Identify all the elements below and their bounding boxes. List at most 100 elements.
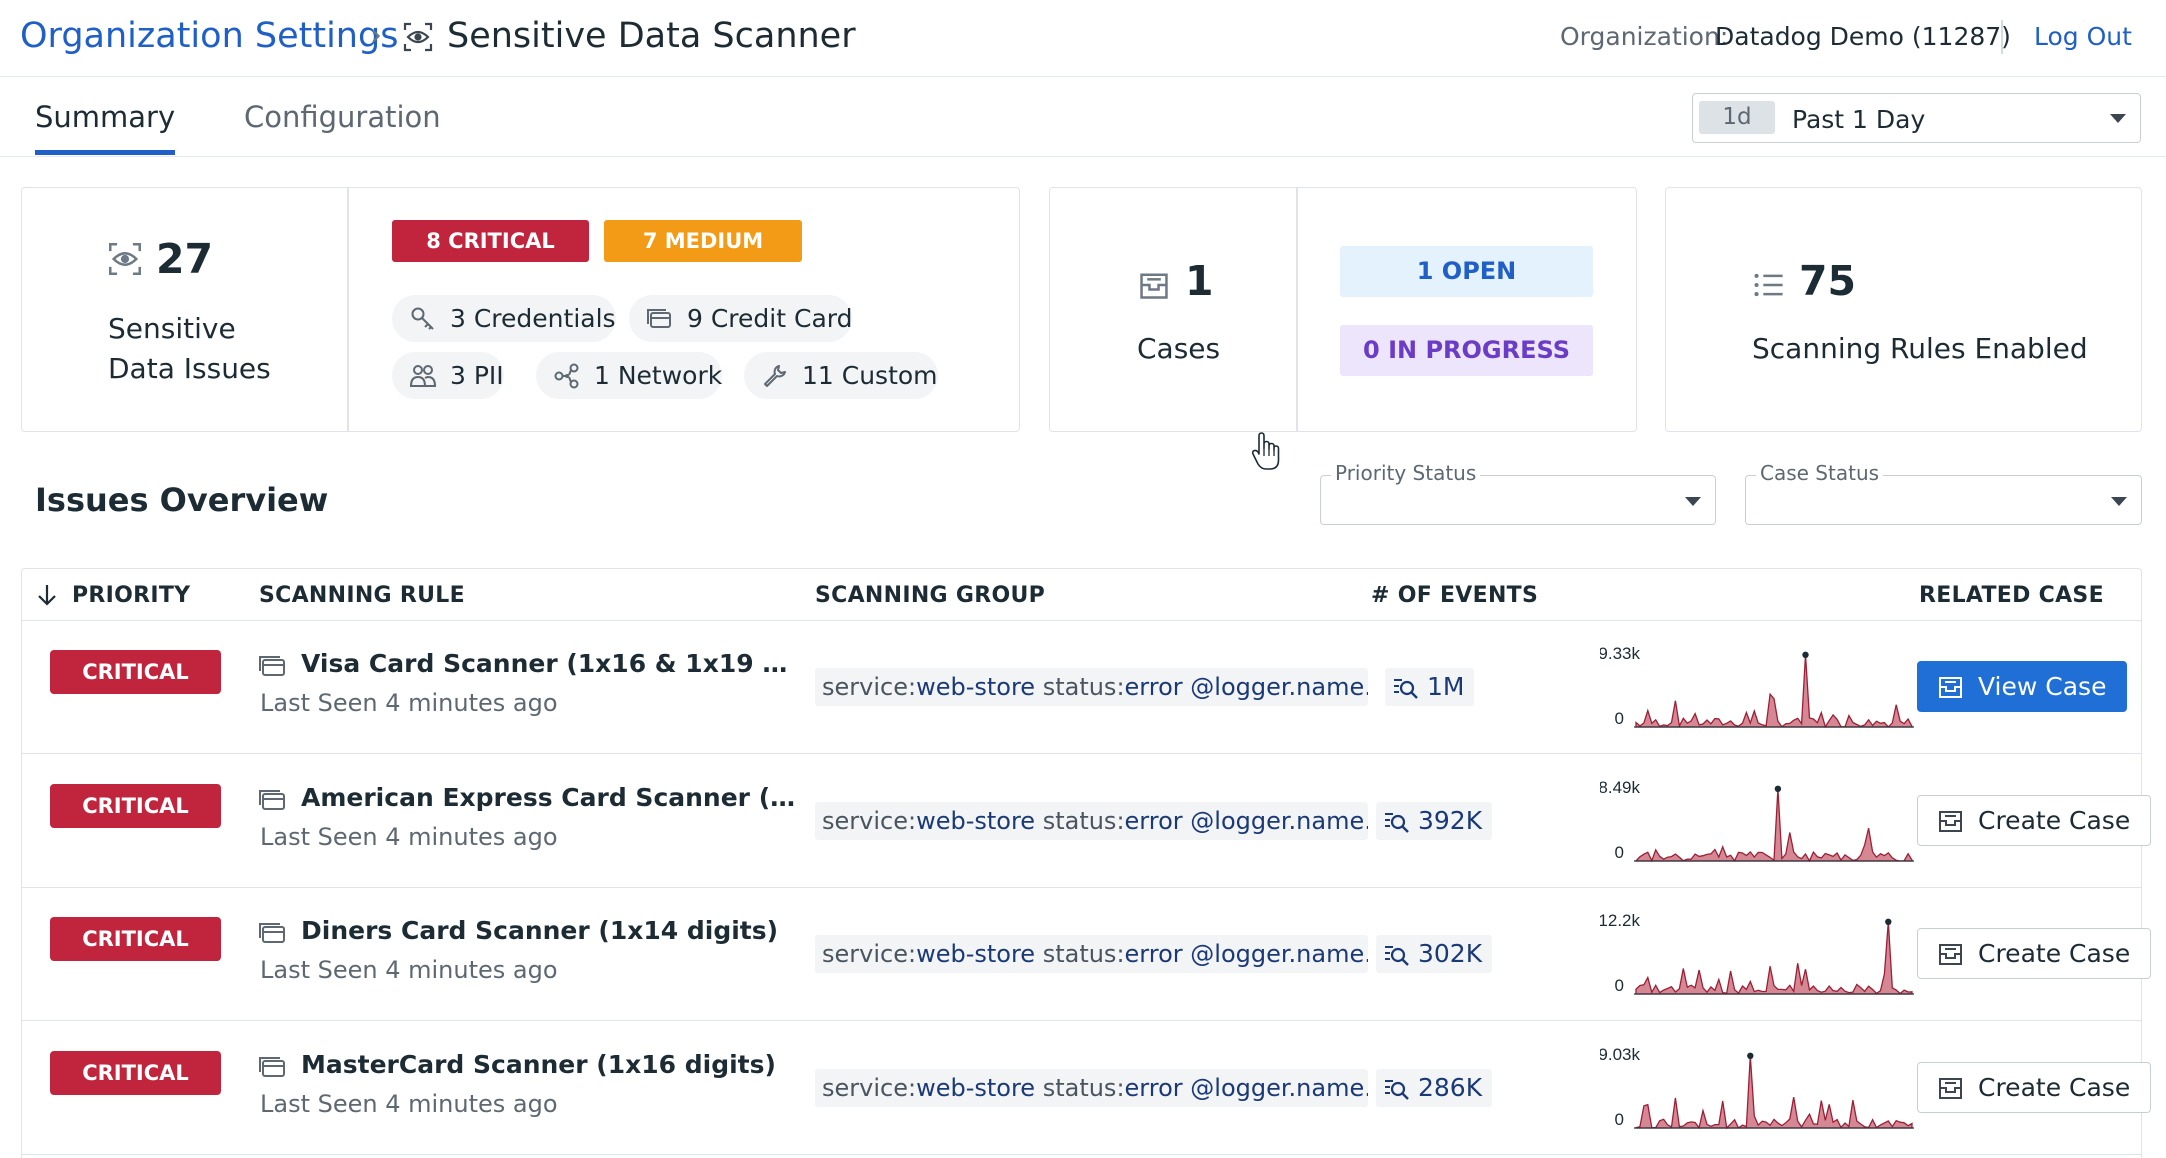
events-count[interactable]: 286K — [1376, 1068, 1493, 1107]
events-sparkline: 49.33k 0 — [1600, 644, 1914, 729]
create-case-button[interactable]: Create Case — [1917, 928, 2152, 979]
priority-badge: CRITICAL — [50, 917, 221, 961]
network-icon — [554, 363, 579, 389]
column-priority[interactable]: PRIORITY — [72, 583, 190, 608]
scanning-rule-name[interactable]: American Express Card Scanner (1x15 di..… — [301, 783, 801, 812]
organization-label: Organization: — [1560, 22, 1729, 51]
scanning-rules-card: 75 Scanning Rules Enabled — [1665, 187, 2142, 432]
logout-link[interactable]: Log Out — [2034, 22, 2132, 51]
tab-configuration[interactable]: Configuration — [244, 100, 441, 134]
category-label: 9 Credit Card — [687, 304, 853, 333]
inbox-icon — [1939, 677, 1962, 698]
time-range-select[interactable]: 1d Past 1 Day — [1692, 93, 2141, 143]
credit-card-icon — [259, 656, 285, 676]
page-title: Sensitive Data Scanner — [447, 16, 856, 56]
category-credentials[interactable]: 3 Credentials — [392, 295, 616, 342]
table-row[interactable]: CRITICAL Diners Card Scanner (1x14 digit… — [22, 888, 2152, 1021]
column-related-case[interactable]: RELATED CASE — [1919, 583, 2104, 608]
case-status-filter[interactable]: Case Status — [1745, 461, 2142, 525]
column-events[interactable]: # OF EVENTS — [1371, 583, 1538, 608]
issues-label-line2: Data Issues — [108, 352, 271, 385]
priority-badge: CRITICAL — [50, 783, 221, 828]
users-icon — [410, 365, 436, 387]
breadcrumb-organization-settings[interactable]: Organization Settings — [20, 16, 398, 56]
card-divider — [347, 188, 349, 431]
category-pii[interactable]: 3 PII — [392, 352, 504, 399]
events-sparkline: 19.03k 0 — [1600, 1045, 1914, 1129]
table-header: PRIORITY SCANNING RULE SCANNING GROUP # … — [22, 569, 2141, 621]
top-bar: Organization Settings › Sensitive Data S… — [0, 0, 2166, 77]
chevron-down-icon — [2111, 497, 2127, 506]
events-sparkline: 28.49k 0 — [1600, 778, 1914, 862]
events-count[interactable]: 392K — [1376, 801, 1493, 840]
category-network[interactable]: 1 Network — [536, 352, 723, 399]
sparkline-min-label: 0 — [1615, 709, 1624, 728]
scanning-rule-name[interactable]: Diners Card Scanner (1x14 digits) — [301, 916, 778, 945]
sparkline-area — [1635, 921, 1913, 995]
logs-search-icon — [1394, 679, 1418, 699]
rules-label: Scanning Rules Enabled — [1752, 332, 2088, 365]
category-label: 3 PII — [450, 361, 504, 390]
sort-descending-icon[interactable] — [36, 583, 58, 607]
in-progress-cases-chip[interactable]: 0 IN PROGRESS — [1340, 325, 1593, 376]
category-label: 1 Network — [594, 361, 723, 390]
sensitive-data-eye-icon — [403, 22, 433, 52]
credit-card-icon — [259, 923, 285, 943]
category-credit-card[interactable]: 9 Credit Card — [629, 295, 853, 342]
scanning-group-query[interactable]: service:web-store status:error @logger.n… — [815, 668, 1368, 706]
last-seen-text: Last Seen 4 minutes ago — [260, 822, 558, 851]
time-range-badge: 1d — [1699, 101, 1775, 134]
scanning-group-query[interactable]: service:web-store status:error @logger.n… — [815, 935, 1368, 973]
create-case-button[interactable]: Create Case — [1917, 1061, 2152, 1113]
last-seen-text: Last Seen 4 minutes ago — [260, 1089, 558, 1118]
sparkline-max-label: 12.2k — [1600, 911, 1640, 930]
category-label: 3 Credentials — [450, 304, 616, 333]
medium-count-badge[interactable]: 7 MEDIUM — [604, 220, 802, 262]
sensitive-data-issues-card: 27 Sensitive Data Issues 8 CRITICAL 7 ME… — [21, 187, 1020, 432]
logs-search-icon — [1385, 812, 1409, 833]
sparkline-min-label: 0 — [1615, 843, 1624, 862]
time-range-label: Past 1 Day — [1792, 105, 1926, 134]
sparkline-area — [1635, 1055, 1913, 1129]
sparkline-peak-dot — [1774, 785, 1782, 792]
inbox-icon — [1939, 810, 1962, 832]
sensitive-data-eye-icon — [109, 243, 141, 275]
scanning-rule-name[interactable]: Visa Card Scanner (1x16 & 1x19 digits) — [301, 649, 801, 678]
critical-count-badge[interactable]: 8 CRITICAL — [392, 220, 589, 262]
sparkline-max-label: 19.03k — [1600, 1045, 1640, 1064]
logs-search-icon — [1385, 1079, 1409, 1100]
organization-name: Datadog Demo (11287) — [1715, 22, 2011, 51]
view-case-button[interactable]: View Case — [1917, 661, 2128, 712]
open-cases-chip[interactable]: 1 OPEN — [1340, 246, 1593, 297]
issues-table: PRIORITY SCANNING RULE SCANNING GROUP # … — [21, 568, 2152, 1158]
issues-label-line1: Sensitive — [108, 312, 236, 345]
tab-summary[interactable]: Summary — [35, 100, 176, 155]
table-row[interactable]: CRITICAL MasterCard Scanner (1x16 digits… — [22, 1022, 2152, 1155]
scanning-rule-name[interactable]: MasterCard Scanner (1x16 digits) — [301, 1050, 776, 1079]
cases-card: 1 Cases 1 OPEN 0 IN PROGRESS — [1049, 187, 1637, 432]
sparkline-peak-dot — [1747, 1052, 1754, 1059]
category-custom[interactable]: 11 Custom — [744, 352, 938, 399]
events-count[interactable]: 1M — [1385, 668, 1475, 706]
inbox-icon — [1939, 1077, 1962, 1099]
case-status-label: Case Status — [1756, 461, 1884, 485]
breadcrumb-separator: › — [370, 18, 382, 53]
column-scanning-rule[interactable]: SCANNING RULE — [259, 583, 465, 608]
credit-card-icon — [259, 789, 285, 810]
priority-badge: CRITICAL — [50, 650, 221, 694]
chevron-down-icon — [1685, 497, 1701, 506]
priority-status-label: Priority Status — [1331, 461, 1481, 485]
table-row[interactable]: CRITICAL Visa Card Scanner (1x16 & 1x19 … — [22, 621, 2141, 754]
sparkline-peak-dot — [1802, 651, 1809, 658]
cases-count: 1 — [1185, 257, 1214, 305]
wrench-icon — [764, 365, 786, 387]
scanning-group-query[interactable]: service:web-store status:error @logger.n… — [815, 801, 1368, 840]
scanning-group-query[interactable]: service:web-store status:error @logger.n… — [815, 1068, 1368, 1107]
create-case-button[interactable]: Create Case — [1917, 794, 2152, 846]
priority-status-filter[interactable]: Priority Status — [1320, 461, 1716, 525]
events-count[interactable]: 302K — [1376, 935, 1493, 973]
sparkline-min-label: 0 — [1615, 1110, 1624, 1129]
table-row[interactable]: CRITICAL American Express Card Scanner (… — [22, 755, 2152, 888]
column-scanning-group[interactable]: SCANNING GROUP — [815, 583, 1045, 608]
inbox-icon — [1140, 273, 1168, 299]
